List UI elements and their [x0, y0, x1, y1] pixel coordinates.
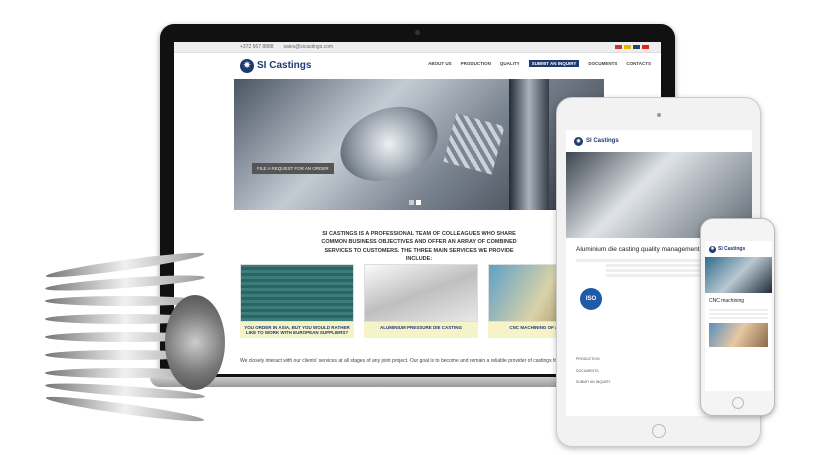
hero-tool [443, 113, 505, 175]
slider-dot[interactable] [409, 200, 414, 205]
tablet-link[interactable]: PRODUCTION [576, 354, 610, 366]
phone-frame: ✷ SI Castings CNC machining [700, 218, 775, 416]
main-nav: ABOUT US PRODUCTION QUALITY SUBMIT AN IN… [428, 60, 651, 67]
flag-icon[interactable] [642, 45, 649, 49]
tablet-header: ✷ SI Castings [566, 130, 752, 152]
phone-hero [705, 257, 772, 293]
nav-quality[interactable]: QUALITY [500, 61, 520, 67]
phone-header: ✷ SI Castings [705, 241, 772, 257]
hero-image: FILE A REQUEST FOR AN ORDER [234, 79, 604, 210]
tablet-home-button[interactable] [652, 424, 666, 438]
contact-email[interactable]: sales@sicastings.com [284, 44, 334, 50]
phone-home-button[interactable] [732, 397, 744, 409]
card-image [364, 264, 478, 322]
iso-badge: ISO [580, 288, 602, 310]
logo-mark-icon: ✷ [574, 136, 583, 146]
tablet-logo-text[interactable]: SI Castings [586, 138, 619, 144]
contact-phone[interactable]: +372 567 8888 [240, 44, 274, 50]
flag-icon[interactable] [633, 45, 640, 49]
phone-body [705, 309, 772, 319]
service-card[interactable]: YOU ORDER IN ASIA, BUT YOU WOULD RATHER … [240, 264, 354, 338]
tablet-link[interactable]: SUBMIT AN INQUIRY [576, 377, 610, 389]
tablet-link[interactable]: DOCUMENTS [576, 366, 610, 378]
order-request-button[interactable]: FILE A REQUEST FOR AN ORDER [252, 163, 334, 174]
card-caption: ALUMINIUM PRESSURE DIE CASTING [364, 322, 478, 338]
hub [165, 295, 225, 390]
hero-spindle [509, 79, 549, 210]
logo-text: SI Castings [257, 60, 312, 71]
phone-screen: ✷ SI Castings CNC machining [705, 241, 772, 391]
flag-icon[interactable] [615, 45, 622, 49]
slider-dot[interactable] [416, 200, 421, 205]
nav-about[interactable]: ABOUT US [428, 61, 452, 67]
tablet-camera [657, 113, 661, 117]
site-header: ✷ SI Castings ABOUT US PRODUCTION QUALIT… [174, 53, 661, 78]
slider-dots [409, 200, 421, 205]
card-image [240, 264, 354, 322]
nav-documents[interactable]: DOCUMENTS [588, 61, 617, 67]
card-caption: YOU ORDER IN ASIA, BUT YOU WOULD RATHER … [240, 322, 354, 338]
nav-contacts[interactable]: CONTACTS [626, 61, 651, 67]
phone-page-title: CNC machining [709, 298, 745, 304]
laptop-camera [415, 30, 420, 35]
service-card[interactable]: ALUMINIUM PRESSURE DIE CASTING [364, 264, 478, 338]
top-bar: +372 567 8888 sales@sicastings.com [174, 42, 661, 53]
service-cards: YOU ORDER IN ASIA, BUT YOU WOULD RATHER … [240, 264, 602, 338]
intro-text: SI CASTINGS IS A PROFESSIONAL TEAM OF CO… [321, 231, 517, 262]
phone-image [709, 323, 768, 347]
tablet-links: PRODUCTION DOCUMENTS SUBMIT AN INQUIRY [576, 354, 610, 389]
site-logo[interactable]: ✷ SI Castings [240, 58, 312, 73]
logo-mark-icon: ✷ [709, 245, 716, 253]
mockup-stage: +372 567 8888 sales@sicastings.com ✷ SI … [0, 0, 840, 455]
logo-mark-icon: ✷ [240, 58, 254, 73]
nav-production[interactable]: PRODUCTION [461, 61, 491, 67]
language-flags [615, 45, 649, 49]
nav-inquiry[interactable]: SUBMIT AN INQUIRY [528, 60, 580, 67]
cast-heatsink-image [25, 240, 225, 445]
phone-logo-text[interactable]: SI Castings [718, 246, 745, 252]
hero-gear [330, 94, 448, 194]
flag-icon[interactable] [624, 45, 631, 49]
